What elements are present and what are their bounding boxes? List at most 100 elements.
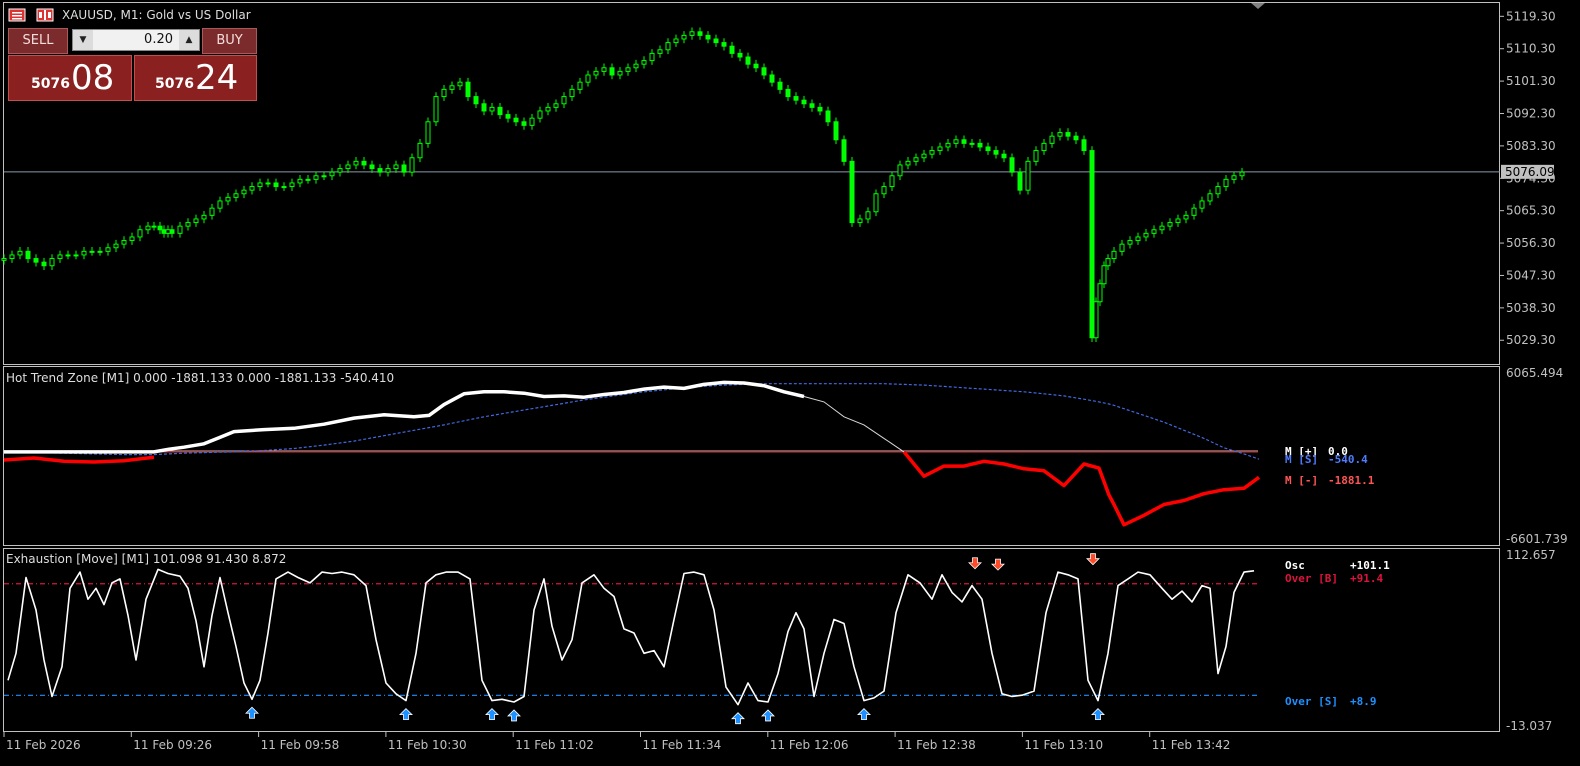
lot-size-input[interactable]: ▼ 0.20 ▲ <box>72 29 200 51</box>
trend-legend-value: -1881.1 <box>1328 474 1375 487</box>
trend-plus-line <box>4 380 805 454</box>
candle-body <box>937 146 943 152</box>
price-tick-label: 5029.30 <box>1506 333 1556 347</box>
candle-body <box>889 175 895 188</box>
candle-body <box>801 99 807 105</box>
bid-price-button[interactable]: 5076 08 <box>8 55 132 101</box>
candle-body <box>161 229 167 234</box>
lot-size-value[interactable]: 0.20 <box>95 30 177 50</box>
candle-body <box>345 164 351 170</box>
candle-body <box>921 153 927 159</box>
candle-body <box>217 200 223 209</box>
candle-body <box>361 160 367 166</box>
buy-signal-arrow-icon <box>507 709 521 722</box>
candle-body <box>1009 157 1015 173</box>
candle-body <box>897 164 903 177</box>
time-tick-label: 11 Feb 12:06 <box>770 738 849 752</box>
candle-body <box>673 38 679 44</box>
osc-indicator-title: Exhaustion [Move] [M1] 101.098 91.430 8.… <box>6 552 287 566</box>
trend-tick-label: -6601.739 <box>1506 532 1568 546</box>
candle-body <box>1101 265 1107 285</box>
candle-body <box>65 254 71 257</box>
lot-increase-icon[interactable]: ▲ <box>179 30 199 50</box>
candle-body <box>473 96 479 105</box>
candle-body <box>33 258 39 263</box>
candle-body <box>1119 243 1125 252</box>
candle-body <box>825 110 831 123</box>
candle-body <box>449 85 455 90</box>
candle-body <box>569 88 575 98</box>
chart-book-icon[interactable] <box>36 8 54 22</box>
candle-body <box>625 67 631 72</box>
time-tick-label: 11 Feb 09:58 <box>261 738 340 752</box>
candle-body <box>233 193 239 198</box>
candle-body <box>297 178 303 184</box>
buy-signal-arrow-icon <box>485 708 499 721</box>
candle-body <box>849 160 855 224</box>
candle-body <box>97 250 103 253</box>
candle-body <box>745 56 751 65</box>
trend-tick-label: 6065.494 <box>1506 366 1563 380</box>
candle-body <box>977 142 983 148</box>
candle-body <box>165 229 171 234</box>
time-tick-label: 11 Feb 12:38 <box>897 738 976 752</box>
trend-pane-frame <box>3 366 1500 546</box>
sell-signal-arrow-icon <box>991 558 1005 571</box>
candle-body <box>945 142 951 148</box>
candle-body <box>657 49 663 54</box>
candle-body <box>633 63 639 69</box>
candle-body <box>265 182 271 185</box>
osc-pane-frame <box>3 548 1500 732</box>
candle-body <box>1025 160 1031 191</box>
candle-body <box>441 88 447 98</box>
candle-body <box>1 258 7 261</box>
candle-body <box>993 150 999 155</box>
candle-body <box>769 74 775 83</box>
chart-list-icon[interactable] <box>8 8 26 22</box>
candle-body <box>49 258 55 267</box>
candle-body <box>41 261 47 267</box>
candle-body <box>1159 225 1165 231</box>
candle-body <box>17 250 23 256</box>
candle-body <box>241 189 247 195</box>
buy-signal-arrow-icon <box>731 712 745 725</box>
candle-body <box>73 254 79 257</box>
candle-body <box>1223 178 1229 188</box>
bid-price-pips: 08 <box>71 58 115 98</box>
candle-body <box>185 222 191 227</box>
price-tick-label: 5110.30 <box>1506 42 1556 56</box>
sell-button[interactable]: SELL <box>8 28 68 54</box>
ask-price-button[interactable]: 5076 24 <box>134 55 257 101</box>
buy-signal-arrow-icon <box>857 708 871 721</box>
candle-body <box>865 211 871 220</box>
trend-legend-name: M [-] <box>1285 474 1318 487</box>
candle-body <box>1073 135 1079 141</box>
candle-body <box>521 121 527 126</box>
candle-body <box>393 164 399 170</box>
price-tick-label: 5083.30 <box>1506 139 1556 153</box>
osc-legend-name: Over [B] <box>1285 572 1338 585</box>
candle-body <box>793 96 799 101</box>
candle-body <box>321 175 327 178</box>
candle-body <box>753 63 759 69</box>
time-tick-label: 11 Feb 13:42 <box>1152 738 1231 752</box>
candle-body <box>249 186 255 191</box>
buy-button[interactable]: BUY <box>202 28 257 54</box>
candle-body <box>1199 200 1205 209</box>
osc-legend-value: +8.9 <box>1350 695 1377 708</box>
candle-body <box>209 207 215 216</box>
candle-body <box>201 214 207 220</box>
candle-body <box>433 96 439 123</box>
candle-body <box>985 146 991 152</box>
buy-signal-arrow-icon <box>1091 708 1105 721</box>
candle-body <box>713 38 719 44</box>
candle-body <box>969 142 975 145</box>
buy-signal-arrow-icon <box>399 708 413 721</box>
candle-body <box>1081 139 1087 152</box>
osc-line <box>7 568 1255 706</box>
candle-body <box>881 186 887 195</box>
lot-decrease-icon[interactable]: ▼ <box>73 30 93 50</box>
candle-body <box>1175 218 1181 224</box>
candle-body <box>57 254 63 260</box>
shift-marker-icon[interactable] <box>1251 3 1265 9</box>
